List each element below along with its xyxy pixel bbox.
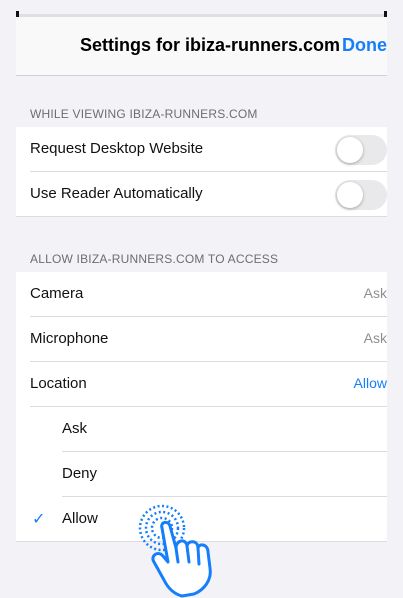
settings-header: Settings for ibiza-runners.com Done (16, 17, 387, 76)
toggle-knob (337, 182, 363, 208)
row-camera[interactable]: Camera Ask (16, 272, 387, 317)
row-location[interactable]: Location Allow (16, 362, 387, 407)
camera-value: Ask (363, 285, 387, 301)
settings-panel: Settings for ibiza-runners.com Done WHIL… (16, 17, 387, 582)
section-header-access: ALLOW IBIZA-RUNNERS.COM TO ACCESS (16, 242, 387, 272)
section-header-viewing: WHILE VIEWING IBIZA-RUNNERS.COM (16, 97, 387, 127)
row-label: Request Desktop Website (30, 140, 204, 157)
row-label: Location (30, 375, 87, 392)
row-label: Microphone (30, 330, 109, 347)
location-value: Allow (353, 375, 387, 391)
checkmark-icon: ✓ (32, 511, 46, 528)
use-reader-toggle[interactable] (335, 180, 387, 210)
option-label: Allow (62, 510, 98, 527)
row-label: Use Reader Automatically (30, 185, 203, 202)
location-option-deny[interactable]: Deny (16, 452, 387, 497)
location-option-ask[interactable]: Ask (16, 407, 387, 452)
section-title: WHILE VIEWING IBIZA-RUNNERS.COM (30, 107, 258, 121)
row-use-reader-automatically[interactable]: Use Reader Automatically (16, 172, 387, 217)
row-request-desktop-website[interactable]: Request Desktop Website (16, 127, 387, 172)
page-title: Settings for ibiza-runners.com (80, 35, 341, 55)
tap-hand-icon (138, 504, 212, 598)
toggle-knob (337, 137, 363, 163)
done-button[interactable]: Done (342, 35, 387, 56)
row-label: Camera (30, 285, 84, 302)
section-title: ALLOW IBIZA-RUNNERS.COM TO ACCESS (30, 252, 279, 266)
option-label: Ask (62, 420, 88, 437)
microphone-value: Ask (363, 330, 387, 346)
safari-website-settings-screen: Settings for ibiza-runners.com Done WHIL… (0, 0, 403, 598)
option-label: Deny (62, 465, 98, 482)
row-microphone[interactable]: Microphone Ask (16, 317, 387, 362)
request-desktop-toggle[interactable] (335, 135, 387, 165)
